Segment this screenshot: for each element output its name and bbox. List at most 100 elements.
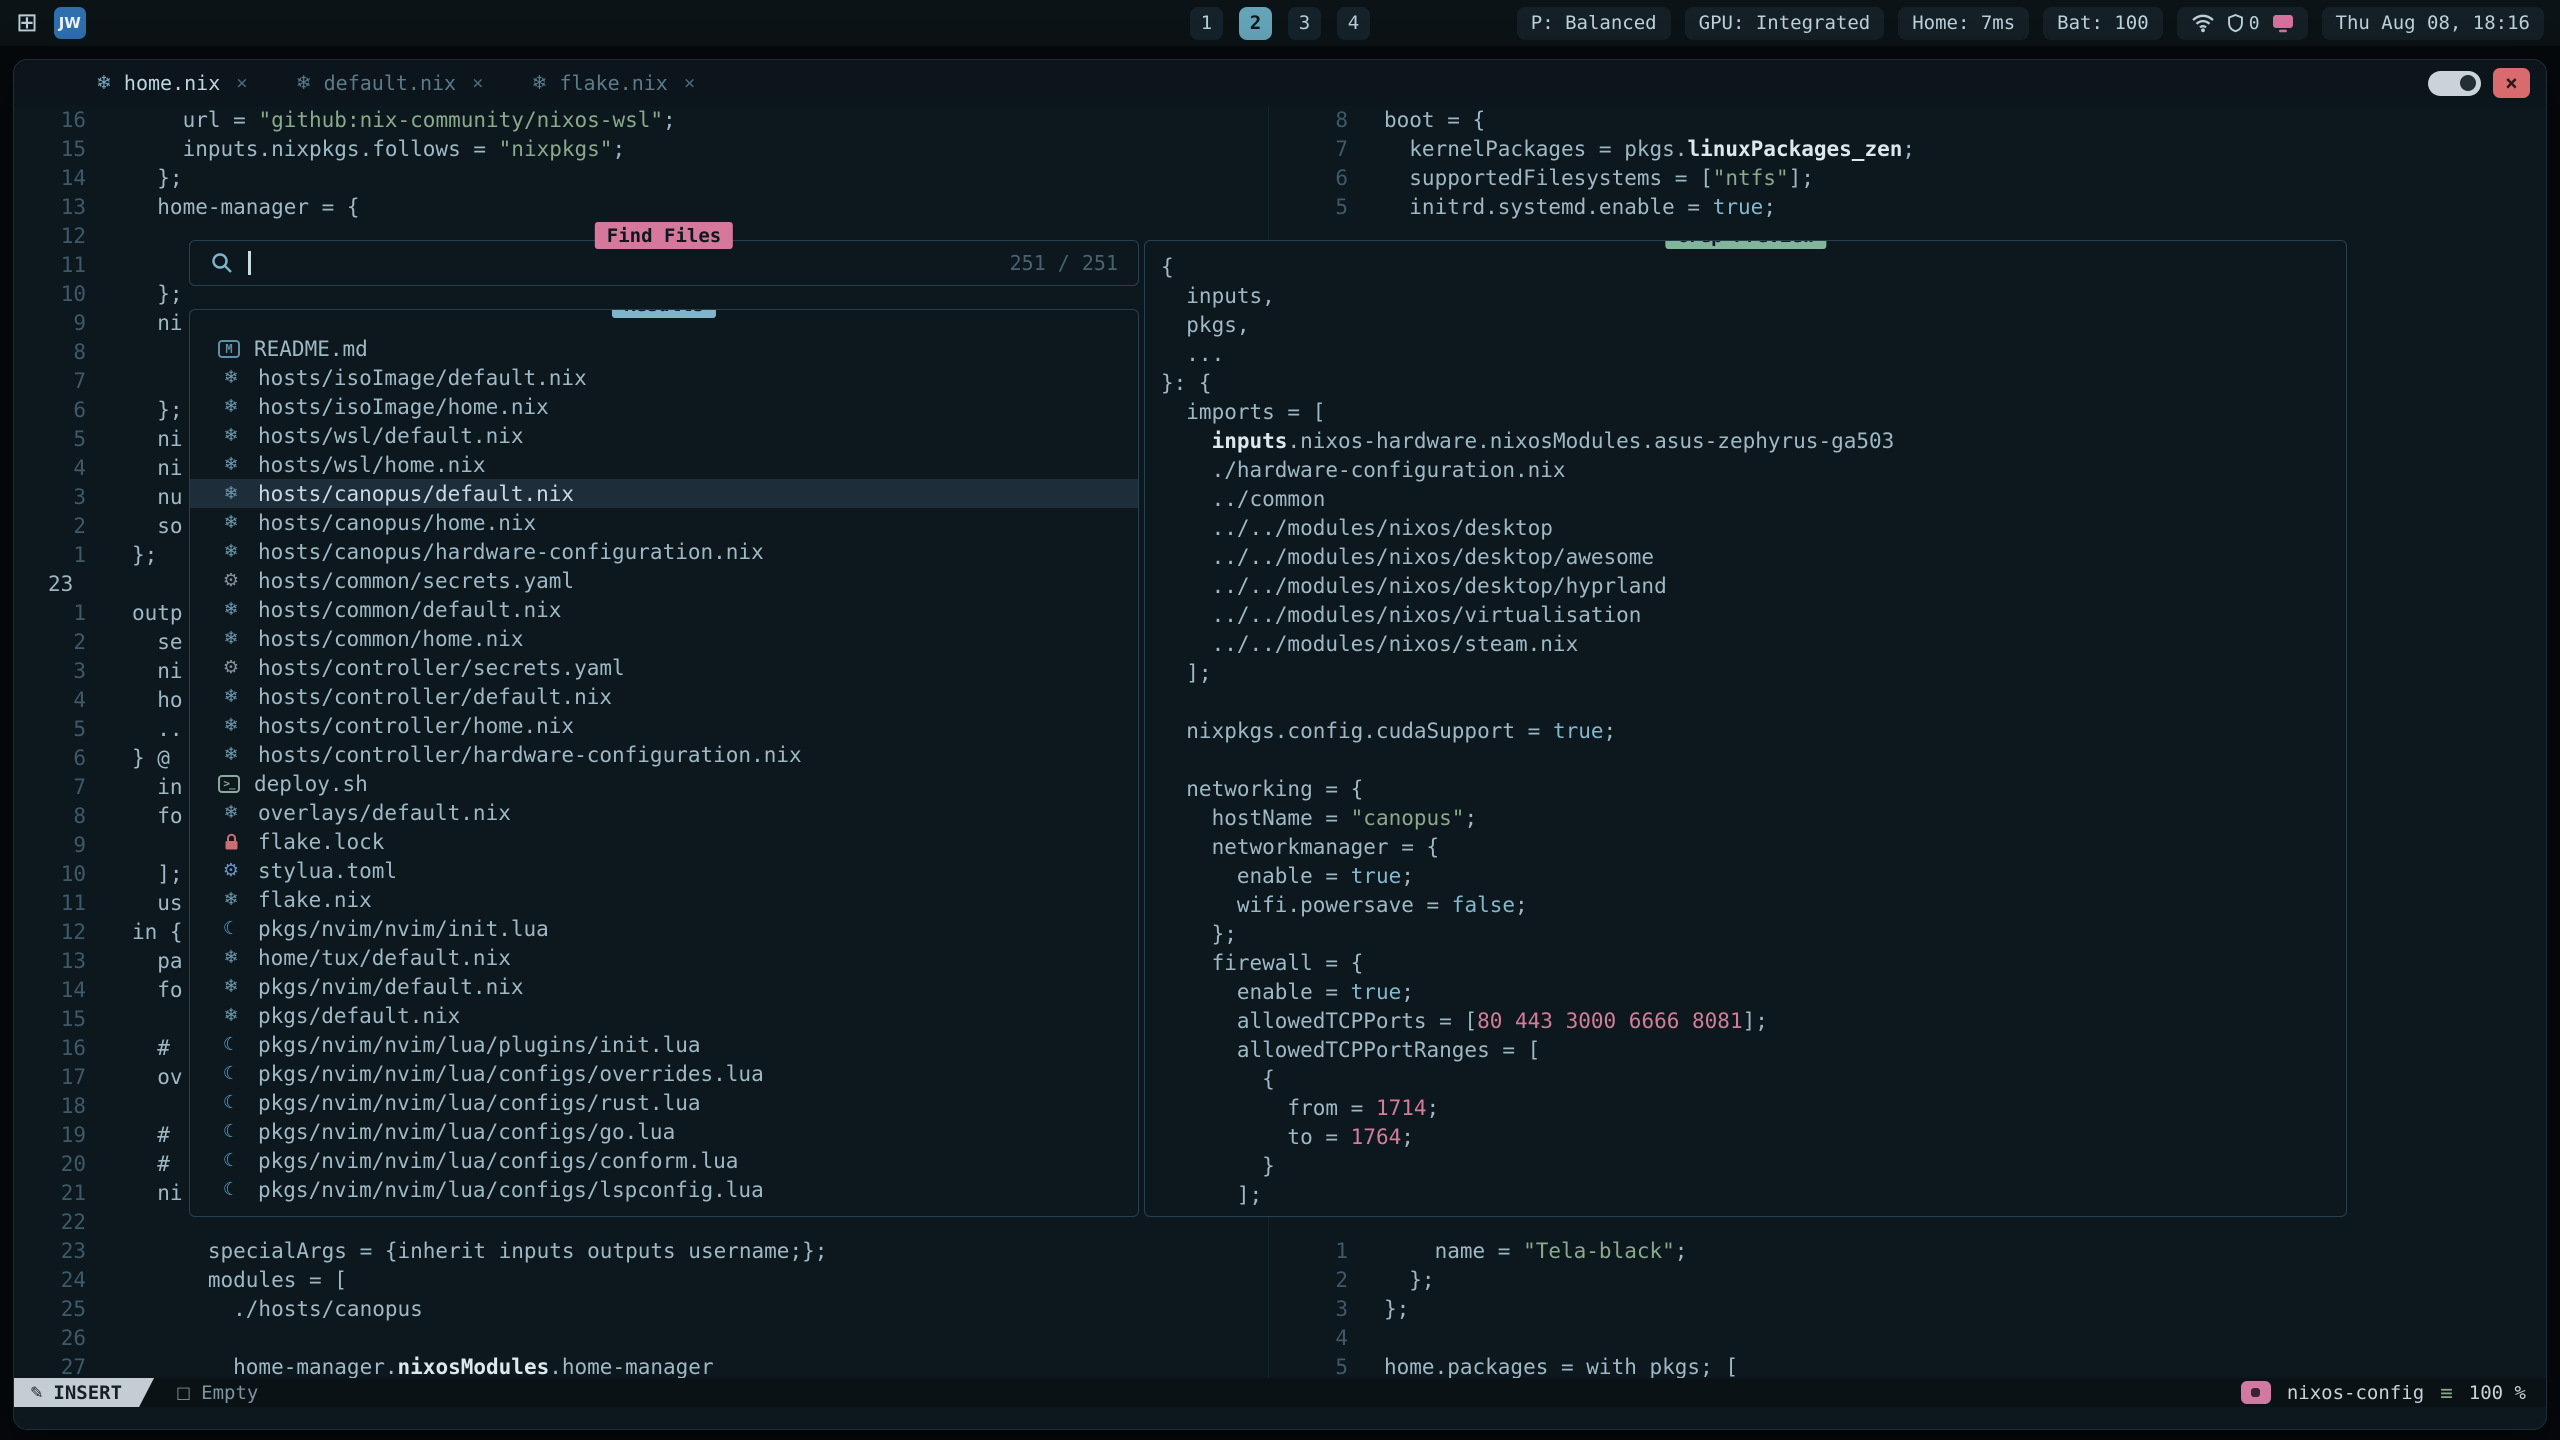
lua-icon: ☾ bbox=[218, 1178, 244, 1202]
result-item[interactable]: ☾pkgs/nvim/nvim/lua/configs/rust.lua bbox=[190, 1088, 1138, 1117]
tab-close-icon[interactable]: × bbox=[472, 72, 483, 94]
result-item[interactable]: ⚙stylua.toml bbox=[190, 856, 1138, 885]
line-number: 9 bbox=[14, 831, 86, 860]
latency-module: Home: 7ms bbox=[1898, 7, 2029, 40]
result-item[interactable]: flake.lock bbox=[190, 827, 1138, 856]
code-line: 23 specialArgs = {inherit inputs outputs… bbox=[14, 1237, 827, 1266]
result-label: pkgs/nvim/nvim/lua/configs/go.lua bbox=[258, 1120, 675, 1144]
result-item[interactable]: ☾pkgs/nvim/nvim/init.lua bbox=[190, 914, 1138, 943]
find-files-prompt[interactable]: Find Files 251 / 251 bbox=[189, 240, 1139, 286]
code-line: { bbox=[1161, 1065, 1894, 1094]
results-title: Results bbox=[612, 309, 716, 318]
line-number: 23 bbox=[14, 570, 86, 599]
nix-snowflake-icon: ❄ bbox=[218, 424, 244, 448]
display-icon[interactable] bbox=[2272, 14, 2294, 33]
code-line: allowedTCPPortRanges = [ bbox=[1161, 1036, 1894, 1065]
result-item[interactable]: ❄home/tux/default.nix bbox=[190, 943, 1138, 972]
result-item[interactable]: ❄pkgs/default.nix bbox=[190, 1001, 1138, 1030]
nix-snowflake-icon: ❄ bbox=[218, 714, 244, 738]
result-item[interactable]: ❄hosts/controller/default.nix bbox=[190, 682, 1138, 711]
nix-snowflake-icon: ❄ bbox=[218, 598, 244, 622]
code-line: 26 bbox=[14, 1324, 827, 1353]
tab-default.nix[interactable]: ❄default.nix× bbox=[272, 60, 508, 106]
shield-icon[interactable]: 0 bbox=[2227, 13, 2260, 34]
right-buffer-top[interactable]: 8boot = {7 kernelPackages = pkgs.linuxPa… bbox=[1268, 106, 1915, 222]
nix-snowflake-icon: ❄ bbox=[218, 975, 244, 999]
result-item[interactable]: ❄hosts/canopus/home.nix bbox=[190, 508, 1138, 537]
result-item[interactable]: ❄flake.nix bbox=[190, 885, 1138, 914]
result-item[interactable]: ❄hosts/canopus/default.nix bbox=[190, 479, 1138, 508]
lua-icon: ☾ bbox=[218, 1062, 244, 1086]
result-label: pkgs/nvim/nvim/lua/configs/overrides.lua bbox=[258, 1062, 764, 1086]
line-number: 9 bbox=[14, 309, 86, 338]
jw-logo: JW bbox=[54, 7, 86, 39]
workspace-button-2[interactable]: 2 bbox=[1239, 7, 1272, 40]
text-cursor bbox=[248, 251, 251, 275]
results-panel: Results MREADME.md❄hosts/isoImage/defaul… bbox=[189, 309, 1139, 1217]
nix-snowflake-icon: ❄ bbox=[218, 511, 244, 535]
editor-area[interactable]: 16 url = "github:nix-community/nixos-wsl… bbox=[14, 106, 2546, 1378]
result-item[interactable]: ❄hosts/common/default.nix bbox=[190, 595, 1138, 624]
line-number: 1 bbox=[1268, 1237, 1348, 1266]
code-line: 4 bbox=[1268, 1324, 1738, 1353]
result-item[interactable]: ☾pkgs/nvim/nvim/lua/configs/conform.lua bbox=[190, 1146, 1138, 1175]
result-item[interactable]: ⚙hosts/common/secrets.yaml bbox=[190, 566, 1138, 595]
result-item[interactable]: ⚙hosts/controller/secrets.yaml bbox=[190, 653, 1138, 682]
line-number: 27 bbox=[14, 1353, 86, 1378]
result-item[interactable]: ❄ hosts/wsl/default.nix bbox=[190, 421, 1138, 450]
window-toggle[interactable] bbox=[2428, 71, 2481, 96]
tab-close-icon[interactable]: × bbox=[684, 72, 695, 94]
code-line bbox=[1161, 688, 1894, 717]
wifi-icon[interactable] bbox=[2191, 13, 2215, 33]
code-line: ../../modules/nixos/virtualisation bbox=[1161, 601, 1894, 630]
result-label: hosts/wsl/default.nix bbox=[258, 424, 524, 448]
status-bar: ⊞ JW 1234 P: Balanced GPU: Integrated Ho… bbox=[0, 0, 2560, 46]
tab-close-icon[interactable]: × bbox=[236, 72, 247, 94]
result-item[interactable]: ❄hosts/controller/hardware-configuration… bbox=[190, 740, 1138, 769]
line-number: 8 bbox=[14, 338, 86, 367]
code-line: }: { bbox=[1161, 369, 1894, 398]
result-item[interactable]: ❄hosts/controller/home.nix bbox=[190, 711, 1138, 740]
line-number: 20 bbox=[14, 1150, 86, 1179]
result-label: hosts/common/home.nix bbox=[258, 627, 524, 651]
result-item[interactable]: ❄hosts/common/home.nix bbox=[190, 624, 1138, 653]
result-item[interactable]: ☾pkgs/nvim/nvim/lua/configs/go.lua bbox=[190, 1117, 1138, 1146]
tab-home.nix[interactable]: ❄home.nix× bbox=[72, 60, 272, 106]
code-line: { bbox=[1161, 253, 1894, 282]
command-line[interactable] bbox=[14, 1407, 2546, 1429]
right-buffer-bottom[interactable]: 1 name = "Tela-black";2 };3};45home.pack… bbox=[1268, 1237, 1738, 1378]
preview-code: { inputs, pkgs, ...}: { imports = [ inpu… bbox=[1161, 253, 1894, 1210]
power-profile-text: P: Balanced bbox=[1531, 12, 1657, 34]
buffer-icon: □ bbox=[176, 1383, 191, 1402]
result-item[interactable]: ❄overlays/default.nix bbox=[190, 798, 1138, 827]
result-item[interactable]: ❄hosts/wsl/home.nix bbox=[190, 450, 1138, 479]
tab-flake.nix[interactable]: ❄flake.nix× bbox=[508, 60, 720, 106]
window-close-button[interactable]: × bbox=[2493, 68, 2530, 98]
result-label: README.md bbox=[254, 337, 368, 361]
workspace-button-4[interactable]: 4 bbox=[1337, 7, 1370, 40]
result-label: pkgs/default.nix bbox=[258, 1004, 460, 1028]
line-number: 3 bbox=[14, 657, 86, 686]
code-line: 25 ./hosts/canopus bbox=[14, 1295, 827, 1324]
nix-snowflake-icon: ❄ bbox=[218, 453, 244, 477]
result-item[interactable]: ☾ pkgs/nvim/nvim/lua/configs/overrides.lu… bbox=[190, 1059, 1138, 1088]
result-item[interactable]: ☾pkgs/nvim/nvim/lua/configs/lspconfig.lu… bbox=[190, 1175, 1138, 1204]
result-item[interactable]: ❄pkgs/nvim/default.nix bbox=[190, 972, 1138, 1001]
workspace-button-3[interactable]: 3 bbox=[1288, 7, 1321, 40]
result-item[interactable]: ❄hosts/isoImage/home.nix bbox=[190, 392, 1138, 421]
nix-snowflake-icon: ❄ bbox=[218, 685, 244, 709]
tab-label: default.nix bbox=[324, 71, 456, 95]
mode-text: INSERT bbox=[53, 1382, 122, 1404]
result-item[interactable]: MREADME.md bbox=[190, 334, 1138, 363]
code-line: 14 }; bbox=[14, 164, 827, 193]
result-item[interactable]: ❄hosts/isoImage/default.nix bbox=[190, 363, 1138, 392]
app-launcher-icon[interactable]: ⊞ bbox=[16, 8, 38, 38]
result-item[interactable]: ☾pkgs/nvim/nvim/lua/plugins/init.lua bbox=[190, 1030, 1138, 1059]
nix-snowflake-icon: ❄ bbox=[218, 540, 244, 564]
line-number: 7 bbox=[1268, 135, 1348, 164]
result-item[interactable]: >_deploy.sh bbox=[190, 769, 1138, 798]
code-line: 27 home-manager.nixosModules.home-manage… bbox=[14, 1353, 827, 1378]
result-item[interactable]: ❄hosts/canopus/hardware-configuration.ni… bbox=[190, 537, 1138, 566]
workspace-button-1[interactable]: 1 bbox=[1190, 7, 1223, 40]
result-label: pkgs/nvim/nvim/lua/plugins/init.lua bbox=[258, 1033, 701, 1057]
